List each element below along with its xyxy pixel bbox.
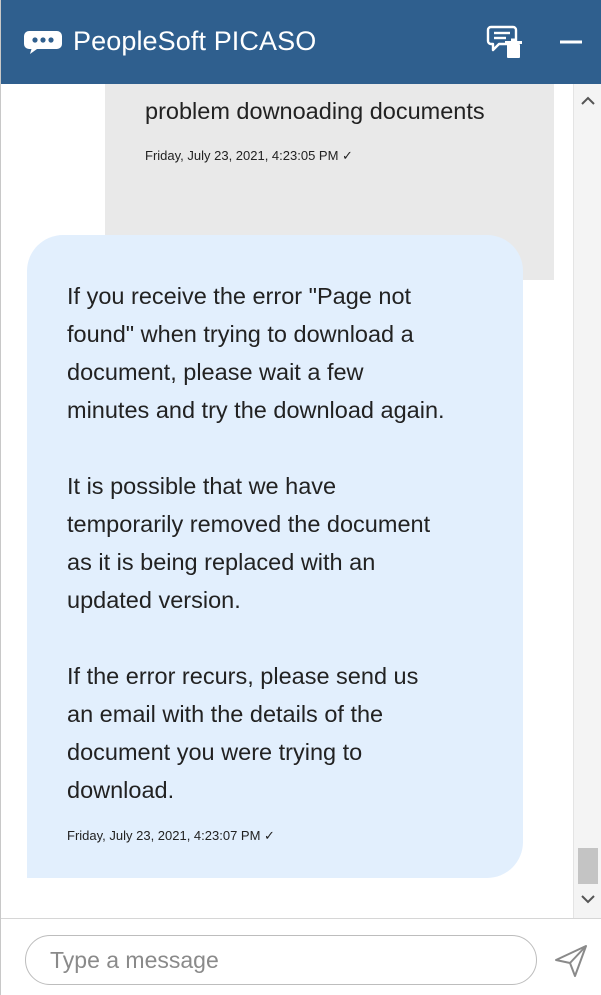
chat-window: PeopleSoft PICASO problem downoading doc… [0, 0, 601, 995]
bot-message-line: an email with the details of the [67, 701, 384, 727]
bot-message-paragraph: If you receive the error "Page not found… [67, 277, 507, 429]
chevron-up-icon [581, 96, 595, 105]
app-title: PeopleSoft PICASO [73, 26, 317, 56]
bot-message-paragraph: It is possible that we have temporarily … [67, 467, 507, 619]
scroll-down-button[interactable] [574, 888, 601, 910]
scroll-up-button[interactable] [574, 90, 601, 112]
bot-message-line: minutes and try the download again. [67, 397, 445, 423]
user-message-timestamp: Friday, July 23, 2021, 4:23:05 PM ✓ [145, 148, 353, 163]
bot-message-line: as it is being replaced with an [67, 549, 376, 575]
scrollbar-thumb[interactable] [578, 848, 598, 884]
bot-message-line: document you were trying to [67, 739, 363, 765]
clear-chat-icon [486, 25, 522, 58]
bot-message-bubble: If you receive the error "Page not found… [27, 235, 523, 878]
send-icon [555, 945, 587, 977]
message-scrollbar[interactable] [573, 84, 601, 918]
bot-message-line: If you receive the error "Page not [67, 283, 412, 309]
minimize-icon [560, 40, 582, 44]
chat-bubble-icon [24, 31, 62, 54]
bot-message-line: temporarily removed the document [67, 511, 431, 537]
bot-message-timestamp: Friday, July 23, 2021, 4:23:07 PM ✓ [67, 828, 275, 843]
message-list: problem downoading documents Friday, Jul… [1, 84, 573, 918]
bot-message-line: download. [67, 777, 175, 803]
user-message-text: problem downoading documents [145, 98, 485, 124]
bot-message-paragraph: If the error recurs, please send us an e… [67, 657, 507, 809]
clear-chat-button[interactable] [483, 22, 527, 62]
message-input[interactable] [25, 935, 537, 985]
bot-message-line: It is possible that we have [67, 473, 337, 499]
send-button[interactable] [551, 941, 591, 981]
bot-message-line: If the error recurs, please send us [67, 663, 419, 689]
minimize-button[interactable] [551, 22, 591, 62]
chevron-down-icon [581, 895, 595, 904]
bot-message-line: document, please wait a few [67, 359, 364, 385]
bot-message-line: updated version. [67, 587, 241, 613]
chat-header: PeopleSoft PICASO [1, 0, 601, 84]
bot-message-line: found" when trying to download a [67, 321, 414, 347]
composer-bar [1, 918, 601, 995]
